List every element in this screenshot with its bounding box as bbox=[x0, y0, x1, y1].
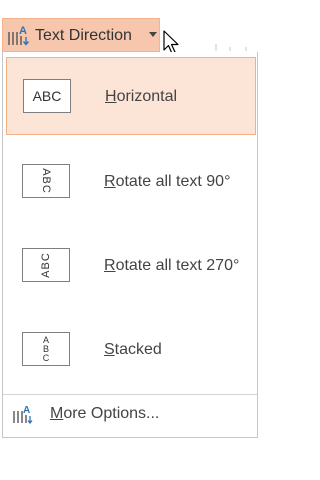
thumb-text: ABC bbox=[40, 252, 52, 278]
stacked-letter: C bbox=[42, 352, 50, 363]
label-text: orizontal bbox=[116, 88, 178, 105]
more-options-label: More Options... bbox=[50, 405, 159, 423]
text-direction-icon: A bbox=[13, 405, 33, 424]
text-direction-icon: A bbox=[8, 25, 30, 46]
label-text: otate all text 90° bbox=[115, 173, 231, 190]
ribbon-edge-decoration bbox=[215, 44, 247, 51]
rotate-270-text-icon: ABC bbox=[22, 248, 70, 282]
svg-text:A: A bbox=[23, 405, 30, 416]
menu-item-label: Rotate all text 270° bbox=[104, 257, 239, 275]
accelerator-key: R bbox=[104, 257, 116, 274]
accelerator-key: R bbox=[104, 173, 116, 190]
menu-item-rotate-90[interactable]: ABC Rotate all text 90° bbox=[6, 143, 256, 221]
menu-separator bbox=[3, 394, 257, 395]
rotate-90-text-icon: ABC bbox=[22, 164, 70, 198]
text-direction-menu: ABC Horizontal ABC Rotate all text 90° A… bbox=[2, 52, 258, 438]
menu-item-label: Rotate all text 90° bbox=[104, 173, 230, 191]
more-options-item[interactable]: A More Options... bbox=[6, 398, 256, 432]
text-direction-button[interactable]: A Text Direction bbox=[2, 18, 160, 52]
label-text: ore Options... bbox=[63, 405, 160, 422]
menu-item-horizontal[interactable]: ABC Horizontal bbox=[6, 57, 256, 135]
menu-item-label: Stacked bbox=[104, 341, 162, 359]
accelerator-key: S bbox=[104, 341, 115, 358]
stacked-letters: A B C bbox=[42, 335, 50, 363]
menu-item-label: Horizontal bbox=[105, 88, 177, 106]
menu-item-rotate-270[interactable]: ABC Rotate all text 270° bbox=[6, 227, 256, 305]
thumb-text: ABC bbox=[40, 168, 52, 194]
label-text: tacked bbox=[114, 341, 162, 358]
svg-text:A: A bbox=[19, 25, 27, 37]
text-direction-dropdown-screen: A Text Direction ABC Horizontal ABC Rota… bbox=[0, 0, 280, 480]
label-text: otate all text 270° bbox=[115, 257, 240, 274]
thumb-text: ABC bbox=[32, 88, 62, 104]
chevron-down-icon[interactable] bbox=[149, 32, 157, 37]
menu-item-stacked[interactable]: A B C Stacked bbox=[6, 311, 256, 389]
text-direction-label: Text Direction bbox=[35, 27, 132, 44]
stacked-text-icon: A B C bbox=[22, 332, 70, 366]
horizontal-text-icon: ABC bbox=[23, 79, 71, 113]
accelerator-key: H bbox=[105, 88, 117, 105]
accelerator-key: M bbox=[50, 405, 64, 422]
